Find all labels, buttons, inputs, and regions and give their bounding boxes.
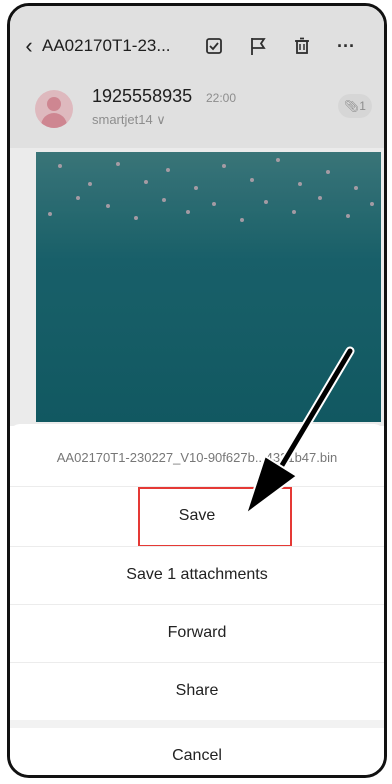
phone-frame: ‹ AA02170T1-23... ··· 1925558935 22:00 s… [7,3,387,778]
forward-option[interactable]: Forward [10,605,384,661]
sheet-gap [10,720,384,728]
cancel-option[interactable]: Cancel [10,728,384,775]
save-attachments-option[interactable]: Save 1 attachments [10,547,384,603]
share-option[interactable]: Share [10,663,384,719]
save-highlight-box [138,487,292,547]
attachment-filename: AA02170T1-230227_V10-90f627b...4321b47.b… [56,450,338,465]
dim-overlay [10,6,384,426]
action-sheet: AA02170T1-230227_V10-90f627b...4321b47.b… [10,424,384,775]
